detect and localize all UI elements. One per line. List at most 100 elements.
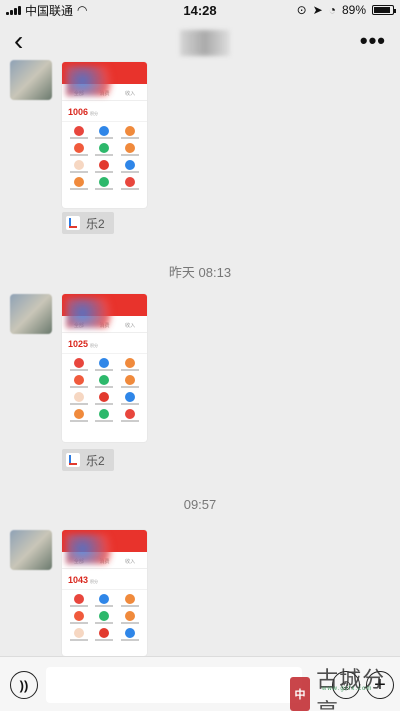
service-caption: [95, 420, 114, 422]
carrier-label: 中国联通: [25, 3, 74, 18]
service-icon: [125, 392, 136, 402]
watermark: 中 古城分享 www.gcfx.com: [290, 662, 400, 711]
voice-icon[interactable]: )): [10, 671, 38, 699]
timestamp: 09:57: [183, 497, 217, 512]
chat-title-redacted: [180, 30, 230, 56]
app-card[interactable]: 乐2: [62, 212, 114, 234]
service-caption: [69, 403, 88, 405]
service-item: [117, 177, 143, 190]
service-caption: [69, 639, 88, 641]
service-icon: [99, 160, 110, 170]
service-caption: [121, 403, 140, 405]
service-icon: [125, 375, 136, 385]
service-caption: [95, 154, 114, 156]
service-caption: [69, 137, 88, 139]
app-logo-icon: [66, 216, 80, 230]
signal-icon: [6, 5, 21, 15]
service-item: [92, 126, 118, 139]
service-item: [117, 126, 143, 139]
service-item: [92, 177, 118, 190]
service-icon: [73, 358, 84, 368]
service-caption: [69, 386, 88, 388]
service-icon: [73, 375, 84, 385]
service-icon: [99, 375, 110, 385]
watermark-url: www.gcfx.com: [322, 686, 373, 692]
service-item: [92, 628, 118, 641]
alarm-icon: ◔: [328, 3, 336, 17]
service-icon: [125, 628, 136, 638]
service-caption: [121, 386, 140, 388]
wifi-icon: ◠: [77, 3, 88, 17]
service-caption: [69, 369, 88, 371]
service-item: [92, 611, 118, 624]
service-grid: [62, 121, 147, 196]
service-caption: [69, 605, 88, 607]
back-button[interactable]: ‹: [14, 27, 23, 55]
service-item: [66, 409, 92, 422]
service-item: [66, 594, 92, 607]
service-caption: [95, 137, 114, 139]
service-icon: [73, 143, 84, 153]
service-icon: [73, 392, 84, 402]
service-caption: [121, 171, 140, 173]
service-caption: [69, 154, 88, 156]
service-icon: [73, 126, 84, 136]
service-item: [66, 143, 92, 156]
service-caption: [95, 369, 114, 371]
service-caption: [95, 188, 114, 190]
service-item: [92, 160, 118, 173]
avatar[interactable]: [10, 60, 52, 100]
timestamp: 昨天 08:13: [168, 265, 232, 280]
points-value: 1043 积分: [68, 575, 99, 585]
service-icon: [99, 177, 110, 187]
service-icon: [125, 358, 136, 368]
service-caption: [121, 188, 140, 190]
service-icon: [125, 160, 136, 170]
service-caption: [121, 639, 140, 641]
message-input[interactable]: [46, 667, 302, 703]
app-logo-icon: [66, 453, 80, 467]
service-item: [66, 611, 92, 624]
service-item: [66, 177, 92, 190]
service-item: [92, 392, 118, 405]
avatar[interactable]: [10, 530, 52, 570]
service-caption: [95, 171, 114, 173]
service-icon: [99, 392, 110, 402]
service-caption: [121, 622, 140, 624]
image-message[interactable]: 全部消费收入 1025积分: [62, 294, 147, 442]
service-caption: [69, 622, 88, 624]
service-item: [117, 409, 143, 422]
more-icon[interactable]: •••: [360, 28, 386, 54]
service-caption: [95, 403, 114, 405]
service-icon: [125, 177, 136, 187]
service-icon: [125, 611, 136, 621]
service-item: [117, 611, 143, 624]
image-message[interactable]: 全部消费收入 1043积分: [62, 530, 147, 656]
service-icon: [99, 594, 110, 604]
points-value: 1025 积分: [68, 339, 99, 349]
service-item: [117, 392, 143, 405]
points-value: 1006 积分: [68, 107, 99, 117]
image-message[interactable]: 全部消费收入 1006积分: [62, 62, 147, 208]
service-item: [92, 358, 118, 371]
service-caption: [69, 171, 88, 173]
service-item: [66, 358, 92, 371]
avatar[interactable]: [10, 294, 52, 334]
service-item: [117, 358, 143, 371]
service-item: [66, 160, 92, 173]
service-icon: [99, 611, 110, 621]
app-card[interactable]: 乐2: [62, 449, 114, 471]
service-item: [117, 628, 143, 641]
service-item: [92, 375, 118, 388]
service-item: [66, 628, 92, 641]
service-caption: [69, 188, 88, 190]
service-icon: [125, 409, 136, 419]
lock-rotation-icon: ⊙: [296, 3, 307, 17]
service-item: [66, 392, 92, 405]
service-icon: [99, 143, 110, 153]
service-caption: [121, 605, 140, 607]
service-item: [117, 594, 143, 607]
service-caption: [95, 386, 114, 388]
battery-icon: [372, 5, 396, 15]
chat-header: ‹ •••: [0, 20, 400, 62]
